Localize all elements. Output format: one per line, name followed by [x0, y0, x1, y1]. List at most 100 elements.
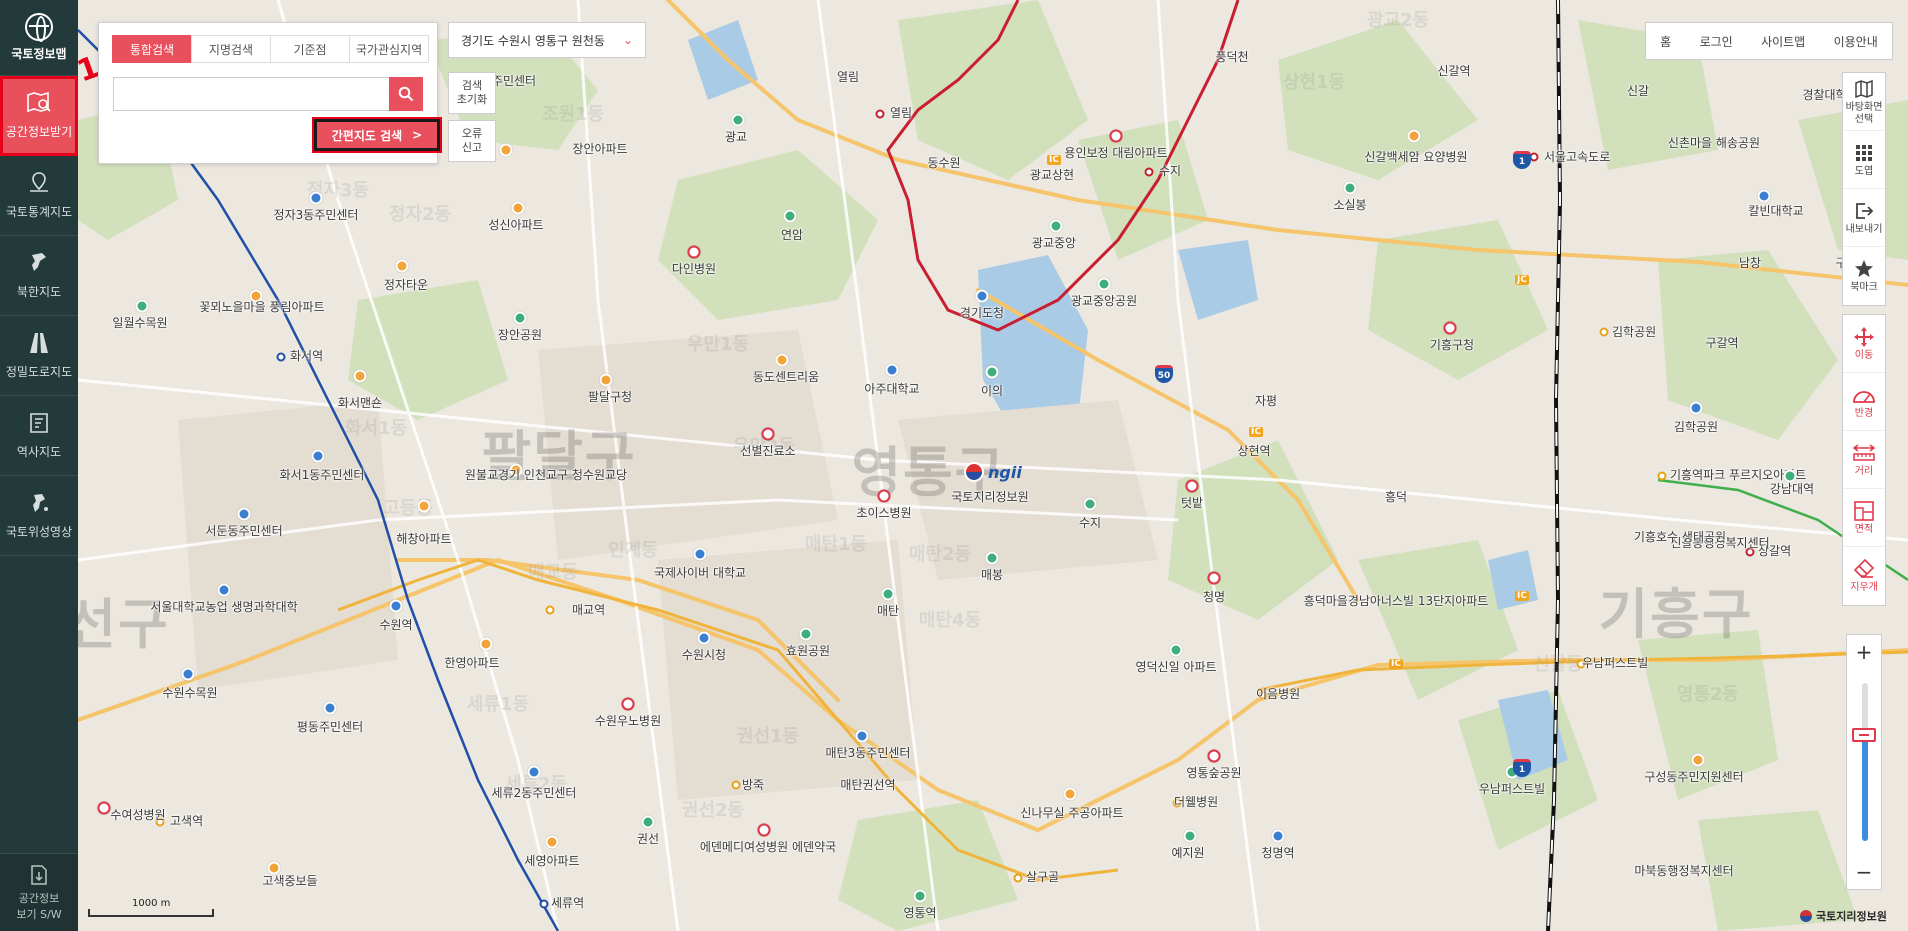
- sitemap-link[interactable]: 사이트맵: [1761, 33, 1805, 50]
- bookmark-button[interactable]: 북마크: [1843, 247, 1885, 305]
- poi-marker[interactable]: [1063, 787, 1077, 801]
- sidebar-item-satellite-image[interactable]: 국토위성영상: [0, 476, 78, 556]
- poi-marker[interactable]: [1083, 497, 1097, 511]
- poi-marker[interactable]: [985, 365, 999, 379]
- poi-marker[interactable]: [693, 547, 707, 561]
- station-marker[interactable]: [875, 109, 885, 119]
- zoom-in-button[interactable]: +: [1847, 635, 1881, 669]
- zoom-out-button[interactable]: −: [1847, 855, 1881, 889]
- error-report-button[interactable]: 오류 신고: [448, 120, 496, 162]
- poi-marker[interactable]: [881, 587, 895, 601]
- poi-marker[interactable]: [621, 697, 635, 711]
- sidebar-item-spatial-download[interactable]: 공간정보받기: [0, 76, 78, 156]
- search-input[interactable]: [113, 77, 389, 111]
- poi-marker[interactable]: [687, 245, 701, 259]
- tab-integrated-search[interactable]: 통합검색: [112, 35, 192, 63]
- poi-marker[interactable]: [1407, 129, 1421, 143]
- poi-marker[interactable]: [1343, 181, 1357, 195]
- poi-marker[interactable]: [761, 427, 775, 441]
- poi-marker[interactable]: [913, 889, 927, 903]
- poi-marker[interactable]: [97, 801, 111, 815]
- poi-marker[interactable]: [237, 507, 251, 521]
- station-marker[interactable]: [1657, 471, 1667, 481]
- sidebar-item-statistics-map[interactable]: 국토통계지도: [0, 156, 78, 236]
- tab-control-point[interactable]: 기준점: [270, 35, 350, 63]
- poi-marker[interactable]: [985, 551, 999, 565]
- poi-marker[interactable]: [641, 815, 655, 829]
- poi-marker[interactable]: [885, 363, 899, 377]
- poi-marker[interactable]: [479, 637, 493, 651]
- sidebar-item-precise-road-map[interactable]: 정밀도로지도: [0, 316, 78, 396]
- tab-national-interest-area[interactable]: 국가관심지역: [349, 35, 429, 63]
- poi-marker[interactable]: [135, 299, 149, 313]
- poi-marker[interactable]: [513, 311, 527, 325]
- home-link[interactable]: 홈: [1660, 33, 1671, 50]
- poi-marker[interactable]: [731, 113, 745, 127]
- poi-marker[interactable]: [389, 599, 403, 613]
- zoom-slider-handle[interactable]: [1852, 728, 1876, 743]
- station-marker[interactable]: [539, 899, 549, 909]
- ngii-marker[interactable]: ngii: [964, 462, 1022, 482]
- station-marker[interactable]: [1013, 873, 1023, 883]
- poi-marker[interactable]: [1097, 277, 1111, 291]
- poi-marker[interactable]: [1689, 401, 1703, 415]
- poi-marker[interactable]: [697, 631, 711, 645]
- basemap-select-button[interactable]: 바탕화면 선택: [1843, 73, 1885, 131]
- poi-marker[interactable]: [1207, 749, 1221, 763]
- poi-marker[interactable]: [217, 583, 231, 597]
- easy-map-search-button[interactable]: 간편지도 검색 >: [312, 117, 442, 153]
- poi-marker[interactable]: [1169, 643, 1183, 657]
- poi-marker[interactable]: [877, 489, 891, 503]
- search-button[interactable]: [389, 77, 423, 111]
- area-tool-button[interactable]: 면적: [1843, 489, 1885, 547]
- poi-marker[interactable]: [311, 449, 325, 463]
- poi-marker[interactable]: [181, 667, 195, 681]
- guide-link[interactable]: 이용안내: [1834, 33, 1878, 50]
- sheet-index-button[interactable]: 도엽: [1843, 131, 1885, 189]
- poi-marker[interactable]: [545, 835, 559, 849]
- tab-place-name-search[interactable]: 지명검색: [191, 35, 271, 63]
- spatial-viewer-sw-link[interactable]: 공간정보 보기 S/W: [0, 853, 78, 931]
- poi-marker[interactable]: [353, 369, 367, 383]
- station-marker[interactable]: [1599, 327, 1609, 337]
- poi-marker[interactable]: [527, 765, 541, 779]
- station-marker[interactable]: [276, 352, 286, 362]
- station-marker[interactable]: [545, 605, 555, 615]
- poi-marker[interactable]: [783, 209, 797, 223]
- poi-marker[interactable]: [267, 861, 281, 875]
- poi-marker[interactable]: [1049, 219, 1063, 233]
- poi-marker[interactable]: [1207, 571, 1221, 585]
- poi-marker[interactable]: [775, 353, 789, 367]
- poi-marker[interactable]: [855, 729, 869, 743]
- export-button[interactable]: 내보내기: [1843, 189, 1885, 247]
- poi-marker[interactable]: [599, 373, 613, 387]
- poi-marker[interactable]: [417, 499, 431, 513]
- poi-marker[interactable]: [323, 701, 337, 715]
- search-reset-button[interactable]: 검색 초기화: [448, 72, 496, 114]
- poi-marker[interactable]: [1109, 129, 1123, 143]
- radius-tool-button[interactable]: 반경: [1843, 373, 1885, 431]
- poi-marker[interactable]: [499, 143, 513, 157]
- poi-marker[interactable]: [1183, 829, 1197, 843]
- poi-marker[interactable]: [395, 259, 409, 273]
- poi-marker[interactable]: [799, 627, 813, 641]
- poi-marker[interactable]: [309, 191, 323, 205]
- poi-marker[interactable]: [975, 289, 989, 303]
- poi-marker[interactable]: [1783, 469, 1797, 483]
- station-marker[interactable]: [1144, 167, 1154, 177]
- poi-marker[interactable]: [1271, 829, 1285, 843]
- move-tool-button[interactable]: 이동: [1843, 315, 1885, 373]
- distance-tool-button[interactable]: 거리: [1843, 431, 1885, 489]
- sidebar-item-north-korea-map[interactable]: 북한지도: [0, 236, 78, 316]
- zoom-track[interactable]: [1862, 683, 1868, 841]
- poi-marker[interactable]: [1185, 479, 1199, 493]
- poi-marker[interactable]: [511, 201, 525, 215]
- poi-marker[interactable]: [1757, 189, 1771, 203]
- poi-marker[interactable]: [757, 823, 771, 837]
- eraser-tool-button[interactable]: 지우개: [1843, 547, 1885, 605]
- station-marker[interactable]: [731, 780, 741, 790]
- sidebar-item-history-map[interactable]: 역사지도: [0, 396, 78, 476]
- poi-marker[interactable]: [1443, 321, 1457, 335]
- location-dropdown[interactable]: 경기도 수원시 영통구 원천동 ⌄: [448, 22, 646, 58]
- poi-marker[interactable]: [1691, 753, 1705, 767]
